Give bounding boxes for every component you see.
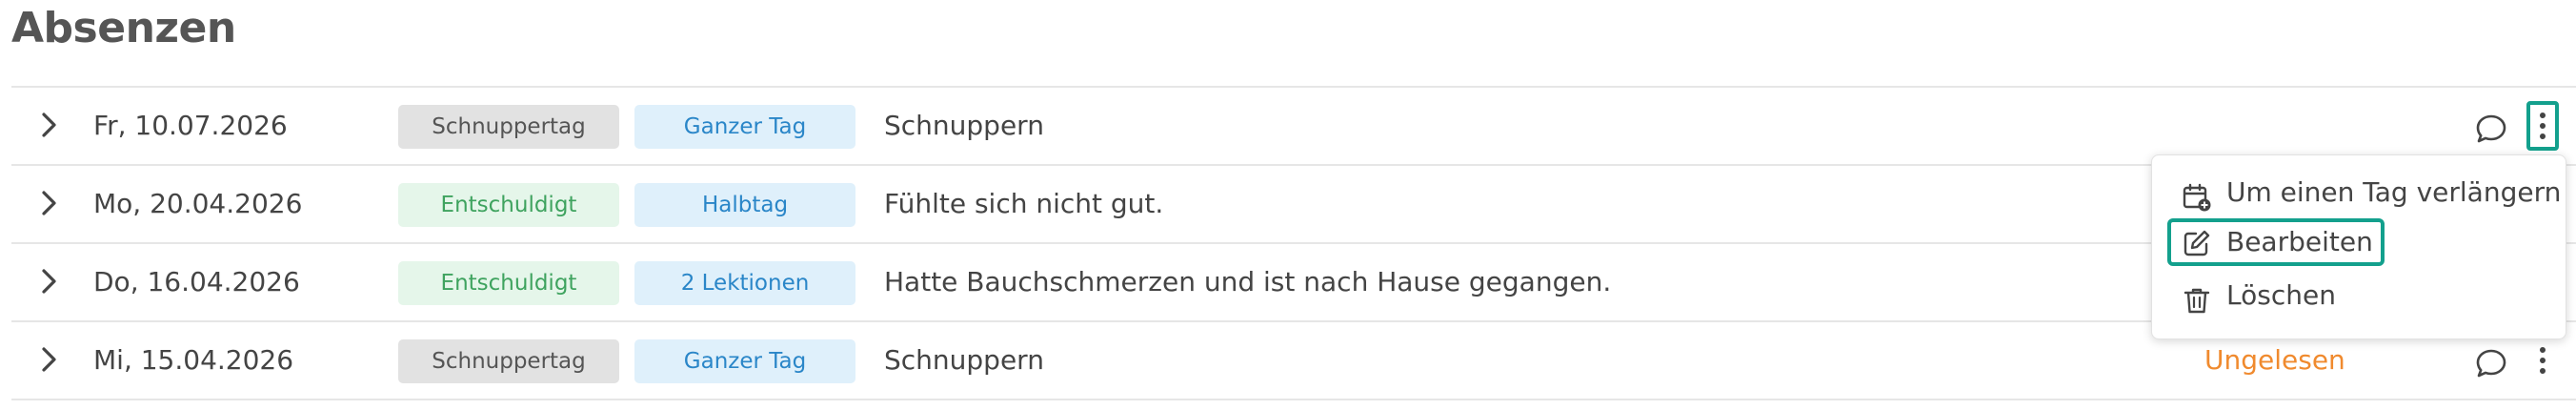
context-menu: Um einen Tag verlängern Bearbeiten Lösch… <box>2151 154 2566 339</box>
absence-duration-badge: 2 Lektionen <box>634 261 855 305</box>
menu-item-edit[interactable]: Bearbeiten <box>2167 218 2385 266</box>
chevron-right-icon[interactable] <box>34 267 63 296</box>
absence-date: Mo, 20.04.2026 <box>93 188 303 219</box>
menu-item-delete[interactable]: Löschen <box>2167 272 2453 319</box>
absence-comment: Fühlte sich nicht gut. <box>884 188 1164 219</box>
absence-type-badge: Schnuppertag <box>398 105 619 149</box>
absence-type-badge: Entschuldigt <box>398 261 619 305</box>
menu-item-label: Bearbeiten <box>2226 226 2373 257</box>
menu-item-label: Um einen Tag verlängern <box>2226 176 2562 208</box>
absence-type-badge: Entschuldigt <box>398 183 619 227</box>
absence-comment: Hatte Bauchschmerzen und ist nach Hause … <box>884 266 1612 297</box>
absence-type-badge: Schnuppertag <box>398 339 619 383</box>
absence-date: Fr, 10.07.2026 <box>93 110 288 141</box>
chevron-right-icon[interactable] <box>34 111 63 139</box>
absence-comment: Schnuppern <box>884 110 1044 141</box>
edit-icon <box>2183 229 2211 257</box>
more-options-button[interactable] <box>2526 101 2559 151</box>
more-options-button[interactable] <box>2526 336 2559 385</box>
absence-duration-badge: Ganzer Tag <box>634 105 855 149</box>
trash-icon <box>2183 282 2211 314</box>
page-title: Absenzen <box>11 4 236 52</box>
menu-item-label: Löschen <box>2226 279 2336 311</box>
absence-duration-badge: Ganzer Tag <box>634 339 855 383</box>
calendar-plus-icon <box>2183 179 2211 212</box>
chevron-right-icon[interactable] <box>34 189 63 217</box>
comment-icon[interactable] <box>2475 347 2507 379</box>
absence-date: Mi, 15.04.2026 <box>93 344 294 376</box>
chevron-right-icon[interactable] <box>34 345 63 374</box>
absence-duration-badge: Halbtag <box>634 183 855 227</box>
absence-comment: Schnuppern <box>884 344 1044 376</box>
comment-icon[interactable] <box>2475 113 2507 145</box>
absence-date: Do, 16.04.2026 <box>93 266 300 297</box>
menu-item-extend[interactable]: Um einen Tag verlängern <box>2167 169 2562 216</box>
